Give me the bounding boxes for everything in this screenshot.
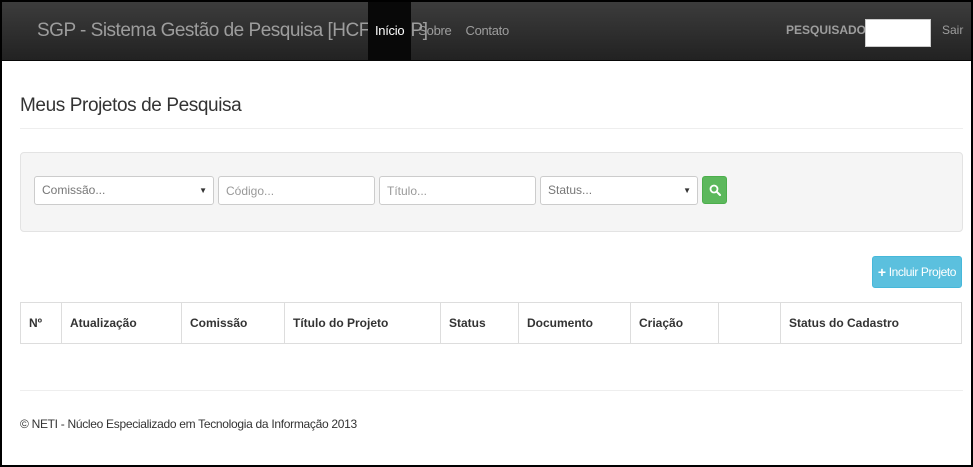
caret-down-icon: ▼ bbox=[199, 186, 207, 195]
logout-link[interactable]: Sair bbox=[942, 23, 963, 37]
col-header-criacao[interactable]: Criação bbox=[631, 303, 719, 343]
comissao-select-value: Comissão... bbox=[42, 183, 106, 197]
nav-sobre[interactable]: Sobre bbox=[411, 2, 458, 60]
nav-contato[interactable]: Contato bbox=[458, 2, 515, 60]
nav-inicio[interactable]: Início bbox=[368, 2, 412, 60]
col-header-documento[interactable]: Documento bbox=[519, 303, 631, 343]
status-select[interactable]: Status... ▼ bbox=[540, 176, 698, 205]
plus-icon: + bbox=[877, 264, 886, 280]
titulo-input[interactable] bbox=[379, 176, 536, 205]
top-navbar: SGP - Sistema Gestão de Pesquisa [HCFMUS… bbox=[2, 2, 971, 61]
search-button[interactable] bbox=[702, 176, 727, 204]
codigo-input[interactable] bbox=[218, 176, 375, 205]
user-name-box bbox=[865, 19, 931, 47]
page-frame bbox=[0, 0, 973, 467]
col-header-status[interactable]: Status bbox=[441, 303, 519, 343]
footer-divider bbox=[20, 390, 963, 391]
search-icon bbox=[709, 184, 721, 196]
col-header-titulo[interactable]: Título do Projeto bbox=[285, 303, 441, 343]
footer-text: © NETI - Núcleo Especializado em Tecnolo… bbox=[20, 417, 357, 431]
status-select-value: Status... bbox=[548, 183, 593, 197]
col-header-numero[interactable]: Nº bbox=[21, 303, 62, 343]
main-nav: Início Sobre Contato bbox=[368, 2, 516, 60]
title-divider bbox=[20, 128, 963, 129]
page-title: Meus Projetos de Pesquisa bbox=[20, 95, 242, 116]
col-header-blank bbox=[719, 303, 781, 343]
projects-table: Nº Atualização Comissão Título do Projet… bbox=[20, 302, 962, 344]
include-project-label: Incluir Projeto bbox=[888, 265, 957, 279]
comissao-select[interactable]: Comissão... ▼ bbox=[34, 176, 214, 205]
include-project-button[interactable]: + Incluir Projeto bbox=[872, 256, 962, 288]
col-header-status-cadastro[interactable]: Status do Cadastro bbox=[781, 303, 961, 343]
col-header-atualizacao[interactable]: Atualização bbox=[62, 303, 182, 343]
col-header-comissao[interactable]: Comissão bbox=[182, 303, 285, 343]
caret-down-icon: ▼ bbox=[683, 186, 691, 195]
